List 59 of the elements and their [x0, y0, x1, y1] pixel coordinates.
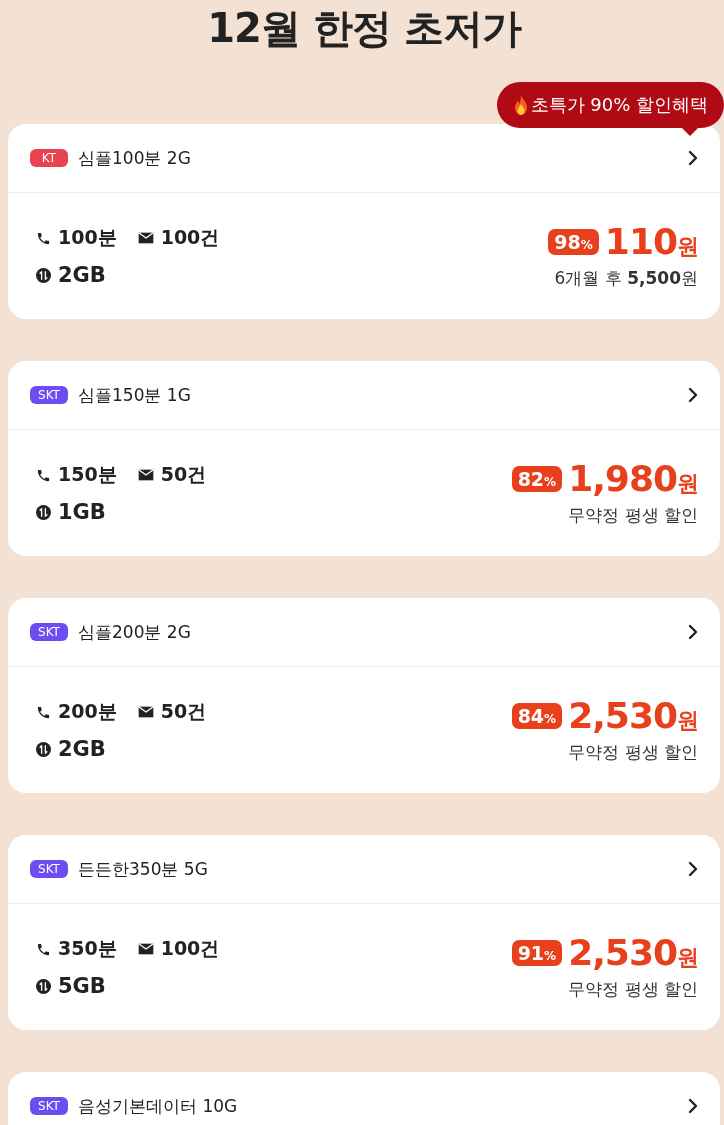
text-count: 50건 — [160, 462, 207, 487]
discount-badge: 98% — [548, 228, 599, 255]
page-title: 12월 한정 초저가 — [206, 4, 523, 53]
plan-card[interactable]: SKT 든든한350분 5G 350분 100건 5GB 91% 2,530원 무약정 평생 할인 — [8, 835, 720, 1030]
chevron-right-icon[interactable] — [688, 861, 698, 877]
plan-name: 심플100분 2G — [78, 146, 192, 170]
data-icon — [36, 978, 51, 994]
discount-badge: 82% — [511, 465, 563, 492]
phone-icon — [36, 941, 51, 957]
data-amount: 2GB — [58, 263, 106, 287]
carrier-tag: SKT — [30, 860, 68, 878]
chevron-right-icon[interactable] — [688, 150, 698, 166]
price-note: 6개월 후 5,500원 — [554, 267, 698, 291]
discount-badge: 91% — [511, 939, 563, 966]
plan-name: 음성기본데이터 10G — [78, 1094, 239, 1118]
phone-icon — [36, 230, 51, 246]
phone-icon — [36, 704, 51, 720]
plan-card[interactable]: SKT 심플150분 1G 150분 50건 1GB 82% 1,980원 무약정 평생 할인 — [8, 361, 720, 556]
carrier-tag: SKT — [30, 623, 68, 641]
price: 110원 — [604, 221, 698, 262]
call-minutes: 350분 — [58, 936, 117, 961]
data-icon — [36, 741, 51, 757]
chevron-right-icon[interactable] — [688, 387, 698, 403]
carrier-tag: SKT — [30, 1097, 68, 1115]
data-icon — [36, 504, 51, 520]
price: 1,980원 — [568, 458, 698, 499]
call-minutes: 150분 — [58, 462, 117, 487]
chevron-right-icon[interactable] — [688, 1098, 698, 1114]
carrier-tag: SKT — [30, 386, 68, 404]
plan-name: 심플150분 1G — [78, 383, 192, 407]
plan-name: 심플200분 2G — [78, 620, 192, 644]
envelope-icon — [137, 469, 154, 481]
envelope-icon — [137, 232, 154, 244]
flame-icon — [512, 95, 529, 115]
envelope-icon — [137, 943, 154, 955]
phone-icon — [36, 467, 51, 483]
call-minutes: 100분 — [58, 225, 117, 250]
price-note: 무약정 평생 할인 — [568, 978, 698, 1002]
plan-name: 든든한350분 5G — [78, 857, 209, 881]
plan-card[interactable]: KT 심플100분 2G 100분 100건 2GB 98% 110원 6개월 후 5,500원 — [8, 124, 720, 319]
promo-text: 초특가 90% 할인혜택 — [530, 93, 708, 117]
discount-badge: 84% — [511, 702, 563, 729]
price: 2,530원 — [568, 932, 698, 973]
price-note: 무약정 평생 할인 — [568, 741, 698, 765]
plan-card[interactable]: SKT 음성기본데이터 10G — [8, 1072, 720, 1125]
text-count: 100건 — [160, 225, 220, 250]
data-amount: 2GB — [58, 737, 106, 761]
envelope-icon — [137, 706, 154, 718]
data-amount: 1GB — [58, 500, 106, 524]
price: 2,530원 — [568, 695, 698, 736]
price-note: 무약정 평생 할인 — [568, 504, 698, 528]
text-count: 50건 — [160, 699, 207, 724]
data-icon — [36, 267, 51, 283]
text-count: 100건 — [160, 936, 220, 961]
data-amount: 5GB — [58, 974, 106, 998]
carrier-tag: KT — [30, 149, 68, 167]
call-minutes: 200분 — [58, 699, 117, 724]
plan-card[interactable]: SKT 심플200분 2G 200분 50건 2GB 84% 2,530원 무약정 평생 할인 — [8, 598, 720, 793]
chevron-right-icon[interactable] — [688, 624, 698, 640]
